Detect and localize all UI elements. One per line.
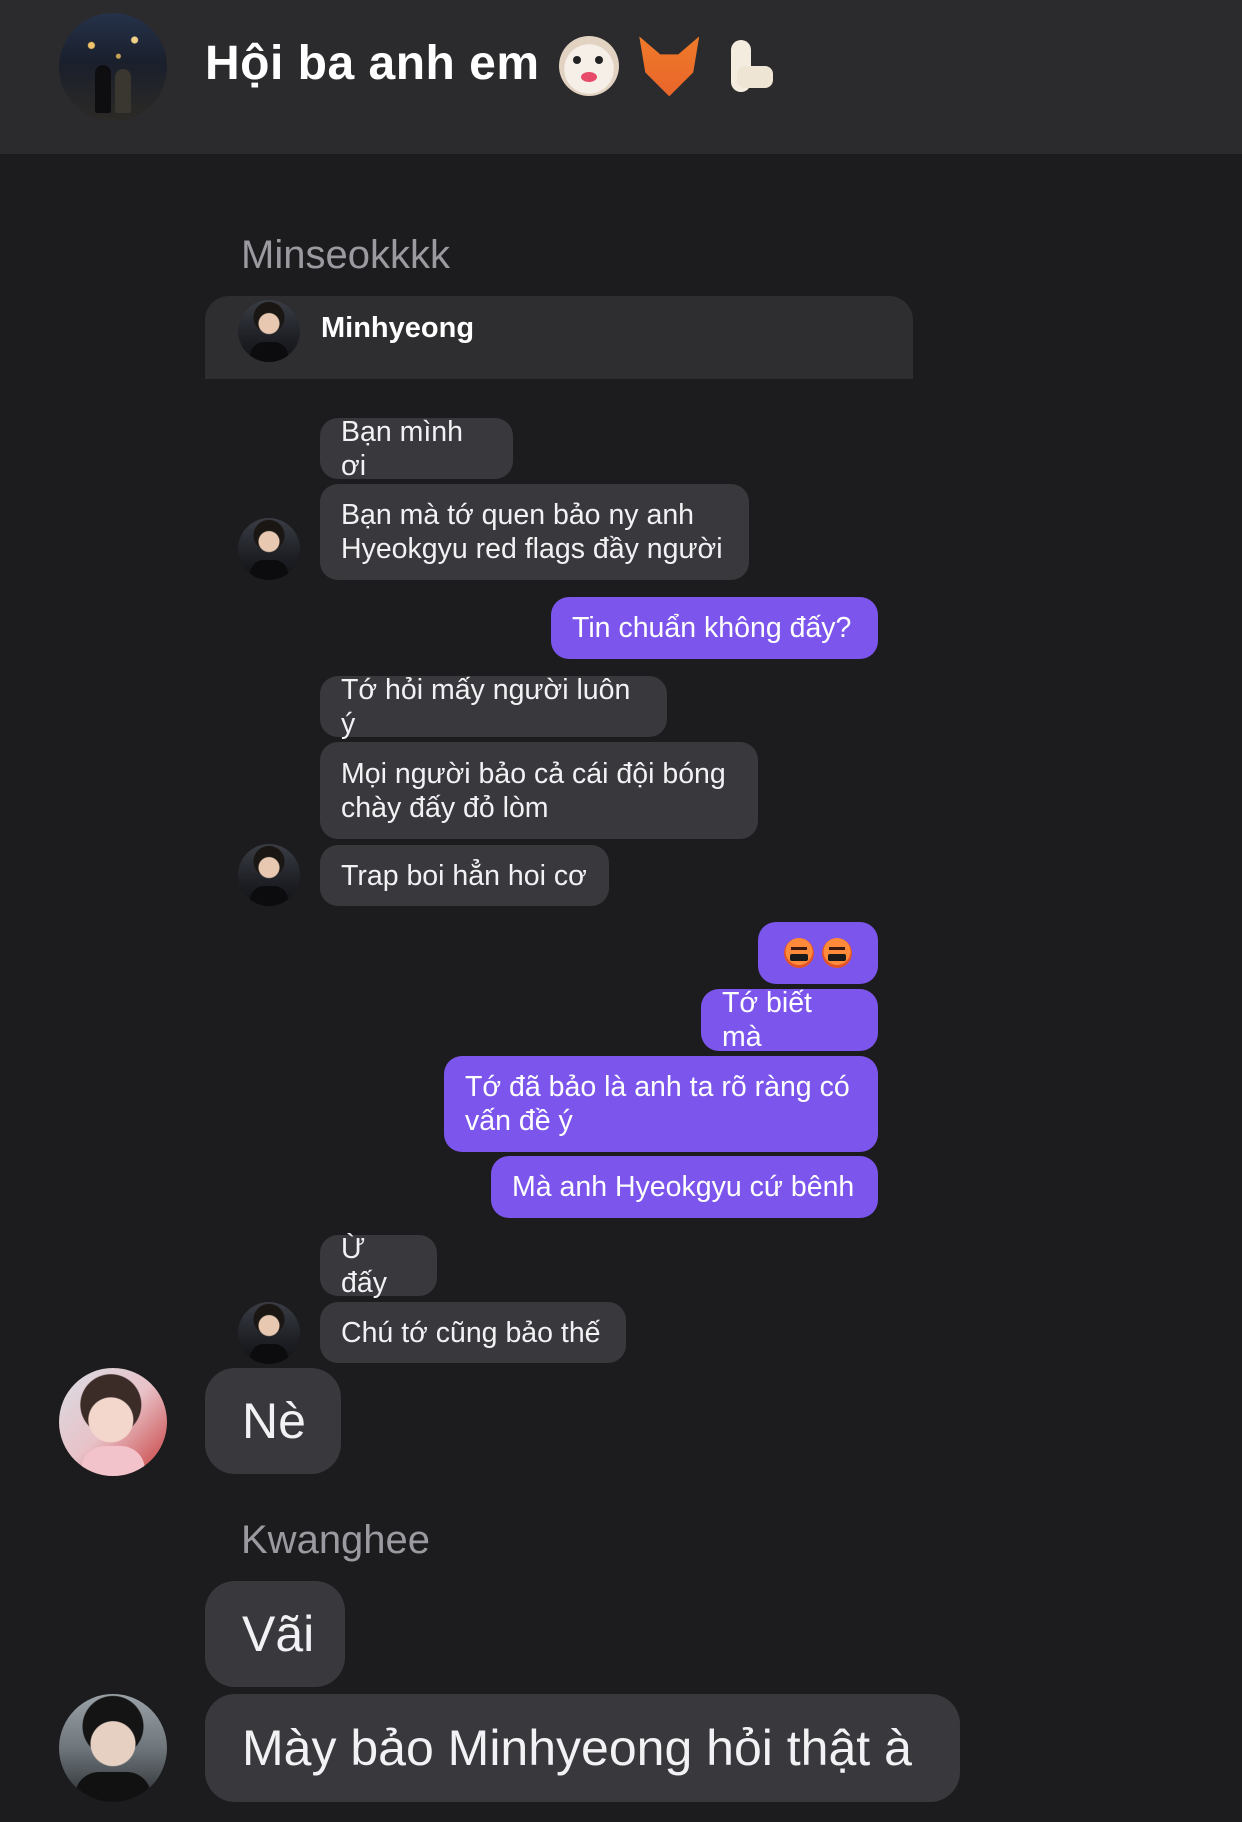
message-bubble-large[interactable]: Mày bảo Minhyeong hỏi thật à xyxy=(205,1694,960,1802)
sender-avatar-minseok[interactable] xyxy=(59,1368,167,1476)
quoted-message-header[interactable]: Minhyeong xyxy=(205,296,913,379)
message-bubble-large[interactable]: Nè xyxy=(205,1368,341,1474)
my-message-bubble[interactable]: Tin chuẩn không đấy? xyxy=(551,597,878,659)
message-bubble-large[interactable]: Vãi xyxy=(205,1581,345,1687)
chat-header: Hội ba anh em xyxy=(0,0,1242,154)
my-message-bubble[interactable]: Tớ đã bảo là anh ta rõ ràng có vấn đề ý xyxy=(444,1056,878,1152)
quoted-avatar xyxy=(238,300,300,362)
group-title-text: Hội ba anh em xyxy=(205,37,540,90)
sender-avatar-minhyeong[interactable] xyxy=(238,518,300,580)
message-bubble[interactable]: Ừ đấy xyxy=(320,1233,437,1299)
dog-face-emoji-icon xyxy=(559,36,620,97)
group-title[interactable]: Hội ba anh em xyxy=(205,36,779,97)
message-bubble[interactable]: Chú tớ cũng bảo thế xyxy=(320,1302,626,1363)
sender-avatar-minhyeong[interactable] xyxy=(238,844,300,906)
my-message-bubble[interactable] xyxy=(758,922,878,984)
message-bubble[interactable]: Mọi người bảo cả cái đội bóng chày đấy đ… xyxy=(320,742,758,839)
message-bubble[interactable]: Bạn mà tớ quen bảo ny anh Hyeokgyu red f… xyxy=(320,484,749,580)
sender-name-kwanghee: Kwanghee xyxy=(241,1518,431,1562)
quoted-name: Minhyeong xyxy=(321,312,475,344)
sender-avatar-kwanghee[interactable] xyxy=(59,1694,167,1802)
censored-swearing-face-emoji-icon xyxy=(784,938,814,968)
message-bubble[interactable]: Trap boi hẳn hoi cơ xyxy=(320,845,609,906)
message-bubble[interactable]: Tớ hỏi mấy người luôn ý xyxy=(320,674,667,740)
my-message-bubble[interactable]: Tớ biết mà xyxy=(701,987,878,1053)
group-avatar[interactable] xyxy=(59,13,167,121)
llama-emoji-icon xyxy=(719,36,779,96)
fox-face-emoji-icon xyxy=(639,36,700,97)
message-bubble[interactable]: Bạn mình ơi xyxy=(320,416,513,482)
censored-swearing-face-emoji-icon xyxy=(822,938,852,968)
sender-avatar-minhyeong[interactable] xyxy=(238,1302,300,1364)
sender-name-minseok: Minseokkkk xyxy=(241,233,450,277)
my-message-bubble[interactable]: Mà anh Hyeokgyu cứ bênh xyxy=(491,1156,878,1218)
